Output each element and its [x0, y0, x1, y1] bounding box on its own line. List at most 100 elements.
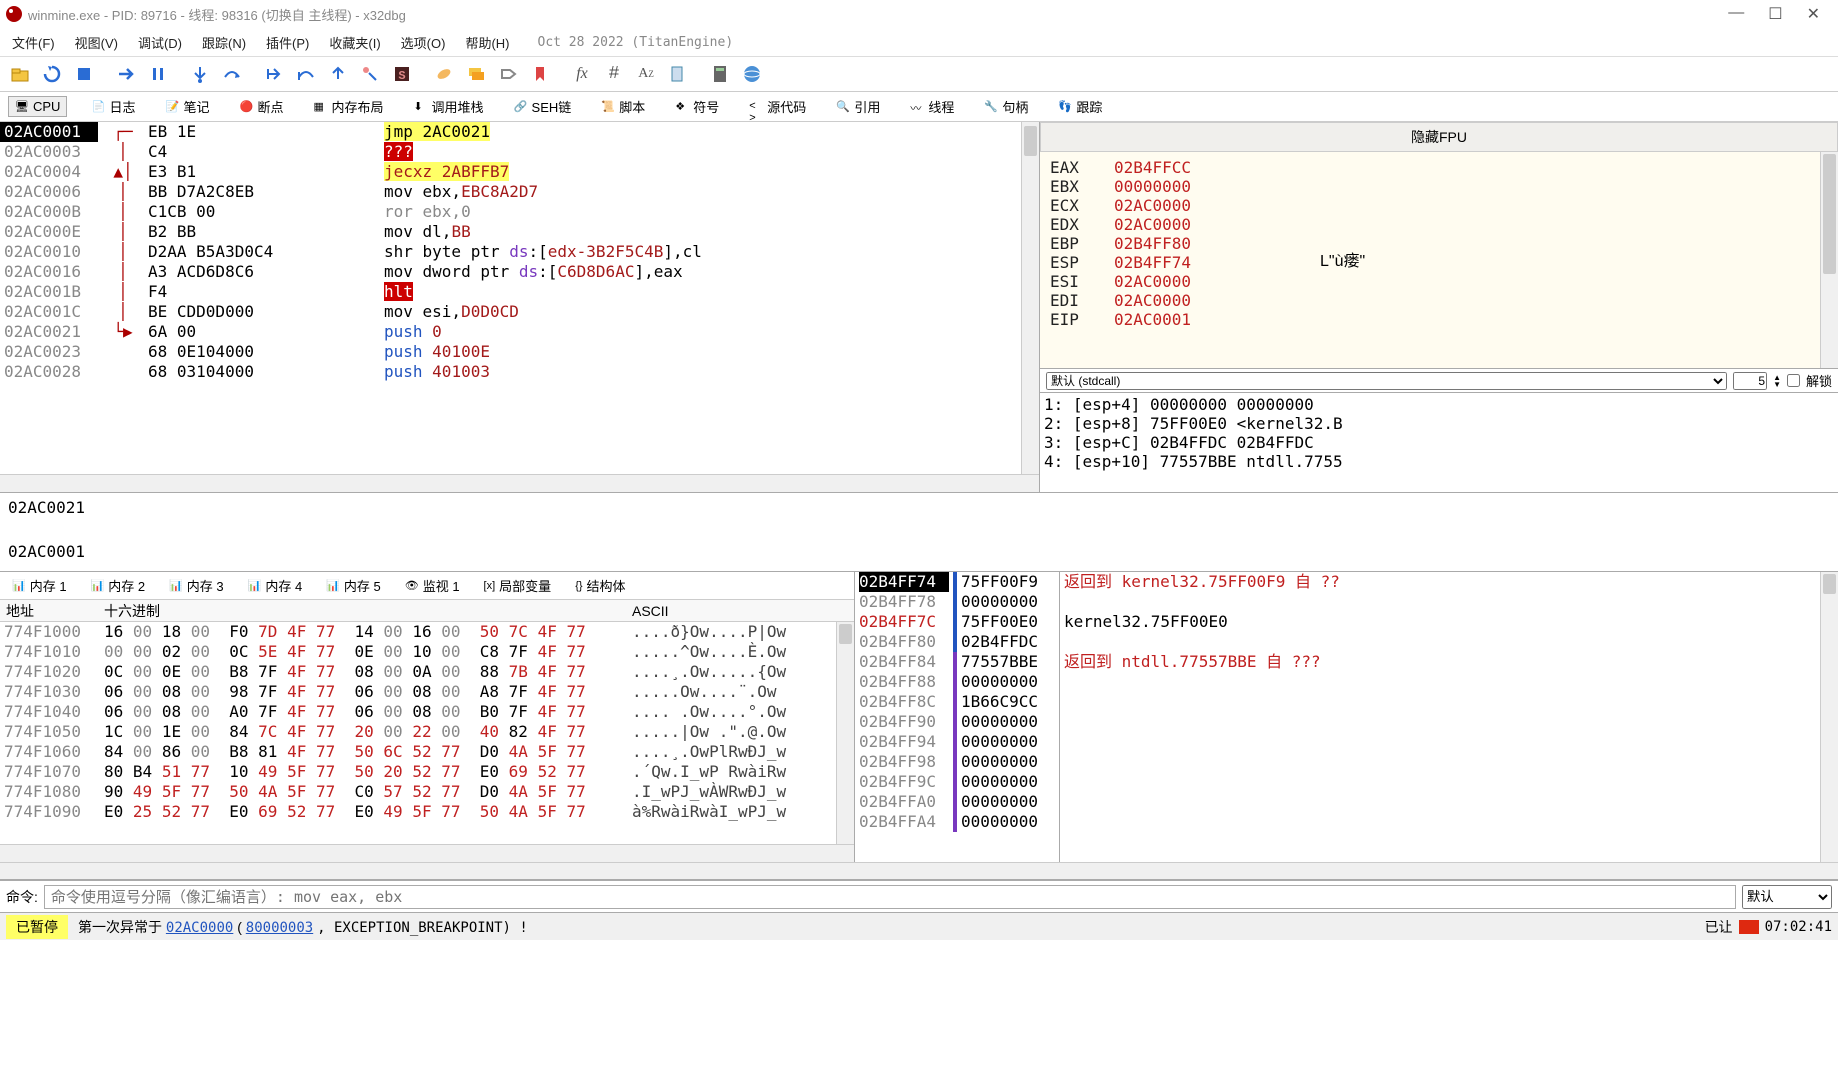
panel-tab-trc[interactable]: 👣跟踪: [1052, 95, 1108, 118]
panel-tab-seh[interactable]: 🔗SEH链: [508, 95, 578, 118]
arg-count-input[interactable]: [1733, 372, 1767, 390]
stack-comment-row[interactable]: 返回到 kernel32.75FF00F9 自 ??: [1064, 572, 1816, 592]
command-input[interactable]: [44, 885, 1736, 909]
restart-icon[interactable]: [38, 60, 66, 88]
panel-tab-hnd[interactable]: 🔧句柄: [978, 95, 1034, 118]
disasm-row[interactable]: 02AC0003│C4???: [0, 142, 1021, 162]
register-row[interactable]: ESI02AC0000: [1050, 272, 1810, 291]
stop-icon[interactable]: [70, 60, 98, 88]
dump-row[interactable]: 774F104006 00 08 00 A0 7F 4F 77 06 00 08…: [0, 702, 836, 722]
dump-header-hex[interactable]: 十六进制: [98, 601, 626, 621]
dump-tab[interactable]: [x]局部变量: [478, 574, 558, 597]
maximize-button[interactable]: ☐: [1768, 4, 1782, 24]
disassembly-list[interactable]: 02AC0001┌─EB 1Ejmp 2AC002102AC0003│C4???…: [0, 122, 1021, 474]
dump-header-ascii[interactable]: ASCII: [626, 603, 854, 619]
stack-vscrollbar[interactable]: [1820, 572, 1838, 862]
panel-tab-notes[interactable]: 📝笔记: [159, 95, 215, 118]
stack-comment-list[interactable]: 返回到 kernel32.75FF00F9 自 ?? kernel32.75FF…: [1060, 572, 1820, 862]
stack-arg-row[interactable]: 1: [esp+4] 00000000 00000000: [1044, 395, 1834, 414]
dump-body[interactable]: 774F100016 00 18 00 F0 7D 4F 77 14 00 16…: [0, 622, 836, 844]
lock-checkbox[interactable]: [1787, 374, 1800, 387]
menu-item[interactable]: 帮助(H): [465, 33, 509, 52]
online-icon[interactable]: [738, 60, 766, 88]
run-to-sel-icon[interactable]: [356, 60, 384, 88]
registers-list[interactable]: EAX02B4FFCCEBX00000000ECX02AC0000EDX02AC…: [1040, 152, 1820, 368]
stack-row[interactable]: 02B4FF9C00000000: [855, 772, 1059, 792]
stack-row[interactable]: 02B4FFA400000000: [855, 812, 1059, 832]
dump-tab[interactable]: 👁监视 1: [399, 574, 466, 597]
flag-icon[interactable]: [1739, 920, 1759, 934]
trace-into-icon[interactable]: [260, 60, 288, 88]
stack-arg-row[interactable]: 4: [esp+10] 77557BBE ntdll.7755: [1044, 452, 1834, 471]
dump-row[interactable]: 774F103006 00 08 00 98 7F 4F 77 06 00 08…: [0, 682, 836, 702]
disasm-row[interactable]: 02AC0021└▶6A 00push 0: [0, 322, 1021, 342]
dump-tab[interactable]: 📊内存 5: [320, 574, 387, 597]
info-panel[interactable]: 02AC0021 02AC0001: [0, 492, 1838, 572]
disasm-row[interactable]: 02AC000B│C1CB 00ror ebx,0: [0, 202, 1021, 222]
panel-tab-ref[interactable]: 🔍引用: [830, 95, 886, 118]
disasm-row[interactable]: 02AC001C│BE CDD0D000mov esi,D0D0CD: [0, 302, 1021, 322]
disasm-row[interactable]: 02AC0016│A3 ACD6D8C6mov dword ptr ds:[C6…: [0, 262, 1021, 282]
labels-icon[interactable]: [494, 60, 522, 88]
disasm-row[interactable]: 02AC0010│D2AA B5A3D0C4shr byte ptr ds:[e…: [0, 242, 1021, 262]
dump-tab[interactable]: 📊内存 2: [85, 574, 152, 597]
minimize-button[interactable]: —: [1728, 4, 1744, 24]
panel-tab-src[interactable]: < >源代码: [743, 95, 812, 118]
dump-header-addr[interactable]: 地址: [0, 601, 98, 621]
stack-row[interactable]: 02B4FF8477557BBE: [855, 652, 1059, 672]
disasm-row[interactable]: 02AC002368 0E104000push 40100E: [0, 342, 1021, 362]
stack-comment-row[interactable]: [1064, 592, 1816, 612]
status-link-addr[interactable]: 02AC0000: [166, 920, 233, 936]
stack-args-list[interactable]: 1: [esp+4] 00000000 000000002: [esp+8] 7…: [1040, 392, 1838, 492]
regs-header-button[interactable]: 隐藏FPU: [1040, 122, 1838, 152]
stack-row[interactable]: 02B4FF9800000000: [855, 752, 1059, 772]
stack-row[interactable]: 02B4FF7475FF00F9: [855, 572, 1059, 592]
dump-vscrollbar[interactable]: [836, 622, 854, 844]
regs-vscrollbar[interactable]: [1820, 152, 1838, 368]
register-row[interactable]: EBP02B4FF80: [1050, 234, 1810, 253]
stack-list[interactable]: 02B4FF7475FF00F902B4FF780000000002B4FF7C…: [855, 572, 1060, 862]
menu-item[interactable]: 调试(D): [138, 33, 182, 52]
trace-over-icon[interactable]: [292, 60, 320, 88]
stack-comment-row[interactable]: 返回到 ntdll.77557BBE 自 ???: [1064, 652, 1816, 672]
menu-item[interactable]: 跟踪(N): [202, 33, 246, 52]
register-row[interactable]: EIP02AC0001: [1050, 310, 1810, 329]
stack-row[interactable]: 02B4FF9000000000: [855, 712, 1059, 732]
menu-item[interactable]: 插件(P): [266, 33, 309, 52]
variables-icon[interactable]: #: [600, 60, 628, 88]
calls-icon[interactable]: [664, 60, 692, 88]
register-row[interactable]: ECX02AC0000: [1050, 196, 1810, 215]
dump-tab[interactable]: {}结构体: [569, 574, 631, 597]
menu-item[interactable]: 文件(F): [12, 33, 55, 52]
open-icon[interactable]: [6, 60, 34, 88]
stack-row[interactable]: 02B4FF9400000000: [855, 732, 1059, 752]
stack-row[interactable]: 02B4FF7C75FF00E0: [855, 612, 1059, 632]
stack-row[interactable]: 02B4FF8C1B66C9CC: [855, 692, 1059, 712]
spinner-icon[interactable]: ▲▼: [1773, 374, 1781, 388]
menu-item[interactable]: 视图(V): [75, 33, 118, 52]
patches-icon[interactable]: [430, 60, 458, 88]
panel-tab-sym[interactable]: ❖符号: [669, 95, 725, 118]
dump-row[interactable]: 774F10200C 00 0E 00 B8 7F 4F 77 08 00 0A…: [0, 662, 836, 682]
dump-hscrollbar[interactable]: [0, 844, 854, 862]
close-button[interactable]: ✕: [1807, 4, 1820, 24]
stack-row[interactable]: 02B4FF8002B4FFDC: [855, 632, 1059, 652]
dump-row[interactable]: 774F10501C 00 1E 00 84 7C 4F 77 20 00 22…: [0, 722, 836, 742]
panel-tab-bp[interactable]: 🔴断点: [233, 95, 289, 118]
pause-icon[interactable]: [144, 60, 172, 88]
stack-row[interactable]: 02B4FF7800000000: [855, 592, 1059, 612]
step-over-icon[interactable]: [218, 60, 246, 88]
disasm-row[interactable]: 02AC002868 03104000push 401003: [0, 362, 1021, 382]
dump-tab[interactable]: 📊内存 3: [163, 574, 230, 597]
comments-icon[interactable]: [462, 60, 490, 88]
stack-arg-row[interactable]: 2: [esp+8] 75FF00E0 <kernel32.B: [1044, 414, 1834, 433]
disasm-row[interactable]: 02AC000E│B2 BBmov dl,BB: [0, 222, 1021, 242]
dump-row[interactable]: 774F108090 49 5F 77 50 4A 5F 77 C0 57 52…: [0, 782, 836, 802]
command-mode-select[interactable]: 默认: [1742, 885, 1832, 909]
dump-row[interactable]: 774F1090E0 25 52 77 E0 69 52 77 E0 49 5F…: [0, 802, 836, 822]
stack-arg-row[interactable]: 3: [esp+C] 02B4FFDC 02B4FFDC: [1044, 433, 1834, 452]
callconv-select[interactable]: 默认 (stdcall): [1046, 372, 1727, 390]
disasm-row[interactable]: 02AC0004▲│E3 B1jecxz 2ABFFB7: [0, 162, 1021, 182]
disasm-row[interactable]: 02AC0006│BB D7A2C8EBmov ebx,EBC8A2D7: [0, 182, 1021, 202]
register-row[interactable]: EAX02B4FFCC: [1050, 158, 1810, 177]
